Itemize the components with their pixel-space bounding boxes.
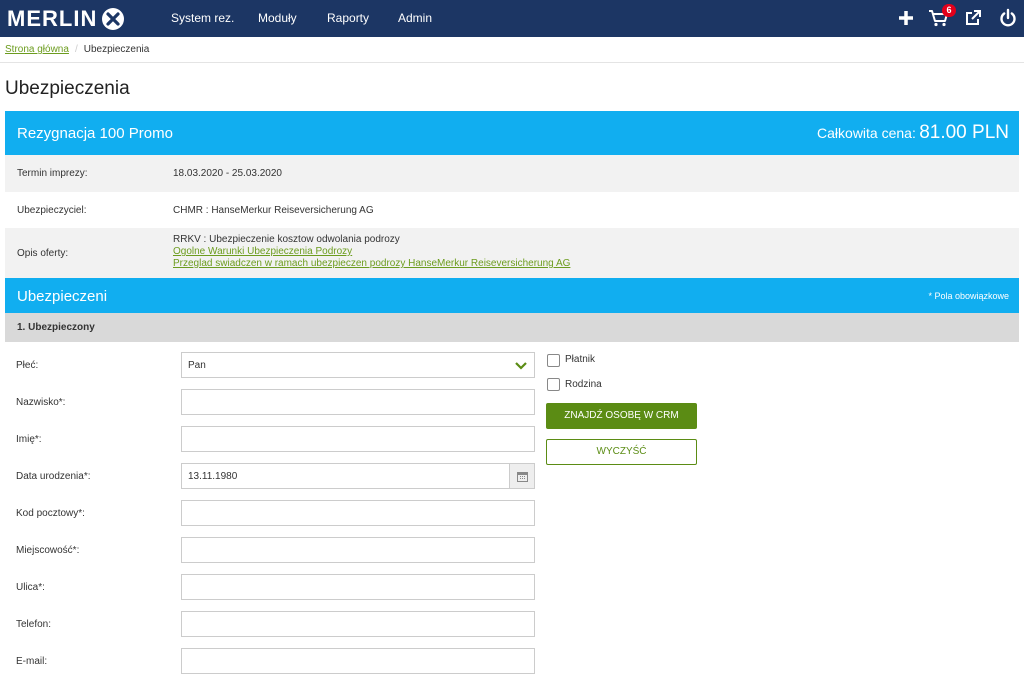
power-icon[interactable]: [998, 8, 1018, 28]
total-price-value: 81.00 PLN: [919, 122, 1009, 143]
term-value: 18.03.2020 - 25.03.2020: [173, 168, 282, 179]
find-person-crm-button[interactable]: ZNAJDŹ OSOBĘ W CRM: [546, 403, 697, 429]
offer-insurer-row: Ubezpieczyciel: CHMR : HanseMerkur Reise…: [5, 192, 1019, 228]
firstname-input[interactable]: [181, 426, 535, 452]
street-input[interactable]: [181, 574, 535, 600]
family-checkbox-label[interactable]: Rodzina: [565, 379, 602, 391]
email-input[interactable]: [181, 648, 535, 674]
merlin-logo[interactable]: MERLIN: [7, 7, 125, 31]
insured-person-header: 1. Ubezpieczony: [5, 313, 1019, 342]
birthdate-input[interactable]: [181, 463, 510, 489]
offer-description-row: Opis oferty: RRKV : Ubezpieczenie koszto…: [5, 228, 1019, 278]
city-label: Miejscowość*:: [16, 545, 80, 556]
offer-total-price: Całkowita cena: 81.00 PLN: [817, 122, 1009, 145]
offer-header: Rezygnacja 100 Promo Całkowita cena: 81.…: [5, 111, 1019, 155]
insurer-label: Ubezpieczyciel:: [17, 205, 87, 216]
birthdate-label: Data urodzenia*:: [16, 471, 91, 482]
description-label: Opis oferty:: [17, 248, 69, 259]
city-input[interactable]: [181, 537, 535, 563]
clear-button[interactable]: WYCZYŚĆ: [546, 439, 697, 465]
phone-label: Telefon:: [16, 619, 52, 630]
breadcrumb-current: Ubezpieczenia: [83, 44, 150, 55]
insured-header: Ubezpieczeni * Pola obowiązkowe: [5, 278, 1019, 313]
date-picker-button[interactable]: [509, 463, 535, 489]
gender-label: Płeć:: [16, 360, 39, 371]
payer-checkbox[interactable]: [547, 354, 560, 367]
gender-select[interactable]: Pan: [181, 352, 535, 378]
required-fields-note: * Pola obowiązkowe: [928, 291, 1009, 301]
page-title: Ubezpieczenia: [5, 78, 130, 99]
breadcrumb-divider: [0, 62, 1024, 63]
firstname-label: Imię*:: [16, 434, 42, 445]
insured-section-title: Ubezpieczeni: [17, 288, 108, 305]
offer-term-row: Termin imprezy: 18.03.2020 - 25.03.2020: [5, 155, 1019, 192]
nav-admin[interactable]: Admin: [398, 11, 432, 25]
top-navbar: MERLIN System rez. Moduły Raporty Admin …: [0, 0, 1024, 37]
insurer-value: CHMR : HanseMerkur Reiseversicherung AG: [173, 205, 374, 216]
street-label: Ulica*:: [16, 582, 45, 593]
payer-checkbox-label[interactable]: Płatnik: [565, 354, 595, 366]
nav-system-rez[interactable]: System rez.: [171, 11, 234, 25]
description-value: RRKV : Ubezpieczenie kosztow odwolania p…: [173, 234, 570, 270]
postal-code-label: Kod pocztowy*:: [16, 508, 85, 519]
insured-person-title: 1. Ubezpieczony: [17, 322, 95, 333]
term-label: Termin imprezy:: [17, 168, 88, 179]
logo-text: MERLIN: [7, 6, 98, 31]
nav-moduly[interactable]: Moduły: [258, 11, 297, 25]
offer-name: Rezygnacja 100 Promo: [17, 125, 173, 142]
phone-input[interactable]: [181, 611, 535, 637]
breadcrumb-separator: /: [74, 44, 78, 55]
total-price-label: Całkowita cena:: [817, 125, 916, 141]
external-link-icon[interactable]: [963, 8, 983, 28]
email-label: E-mail:: [16, 656, 48, 667]
benefits-overview-link[interactable]: Przeglad swiadczen w ramach ubezpieczen …: [173, 258, 570, 270]
surname-input[interactable]: [181, 389, 535, 415]
nav-raporty[interactable]: Raporty: [327, 11, 369, 25]
breadcrumb: Strona główna / Ubezpieczenia: [5, 44, 149, 56]
merlin-x-logo-icon: [102, 8, 125, 30]
calendar-icon: [517, 472, 528, 482]
family-checkbox[interactable]: [547, 378, 560, 391]
chevron-down-icon: [515, 362, 527, 370]
postal-code-input[interactable]: [181, 500, 535, 526]
surname-label: Nazwisko*:: [16, 397, 66, 408]
gender-selected-value: Pan: [188, 360, 206, 371]
breadcrumb-home-link[interactable]: Strona główna: [5, 44, 69, 55]
description-text: RRKV : Ubezpieczenie kosztow odwolania p…: [173, 234, 400, 245]
plus-icon[interactable]: [896, 8, 916, 28]
cart-count-badge: 6: [942, 4, 956, 17]
general-terms-link[interactable]: Ogolne Warunki Ubezpieczenia Podrozy: [173, 246, 570, 258]
